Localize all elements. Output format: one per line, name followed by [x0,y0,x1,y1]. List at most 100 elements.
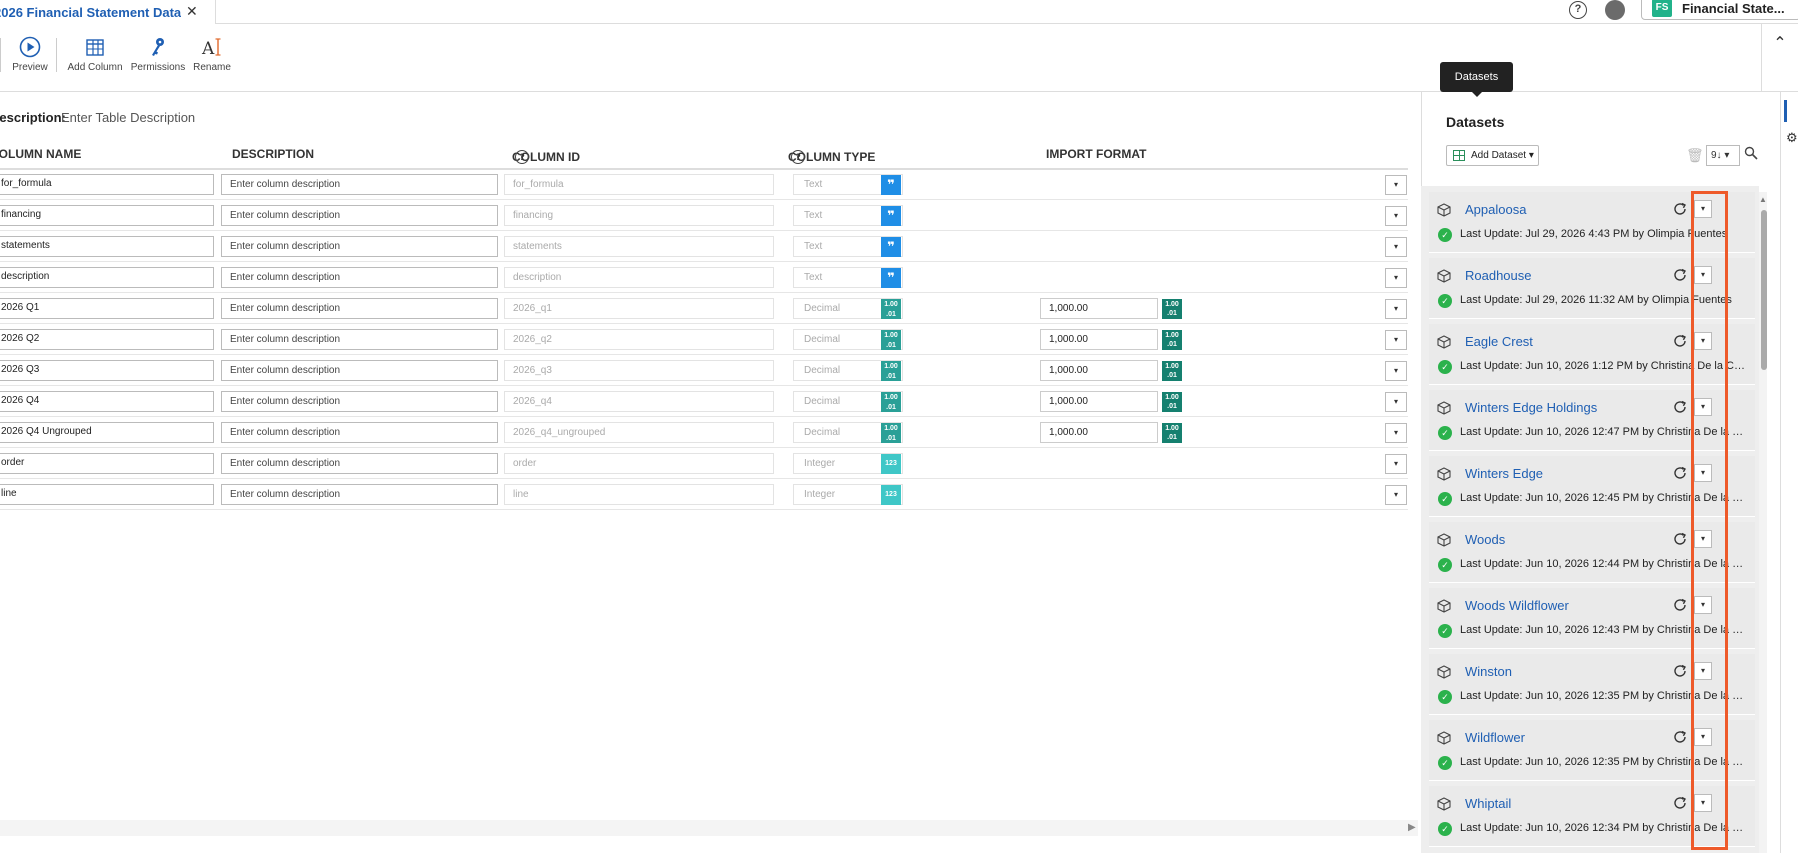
column-description-input[interactable]: Enter column description [221,422,498,443]
dataset-name-link[interactable]: Whiptail [1465,796,1511,811]
import-icon[interactable] [1784,100,1798,122]
row-menu-button[interactable]: ▾ [1385,175,1407,195]
add-column-icon [86,39,104,56]
column-description-input[interactable]: Enter column description [221,236,498,257]
success-check-icon: ✓ [1438,756,1452,770]
add-dataset-label: Add Dataset ▾ [1471,150,1534,161]
column-name-input[interactable]: for_formula [0,174,214,195]
column-name-input[interactable]: 2026 Q2 [0,329,214,350]
scrollbar-thumb[interactable] [1761,210,1767,370]
refresh-icon[interactable] [1672,597,1688,613]
avatar[interactable] [1605,0,1625,20]
description-input[interactable]: Enter Table Description [61,110,195,125]
column-name-input[interactable]: line [0,484,214,505]
number-format-icon[interactable]: 1.00 .01 [1162,299,1182,319]
decimal-icon: 1.00 .01 [881,423,901,443]
column-id-field: 2026_q2 [504,329,774,350]
number-format-icon[interactable]: 1.00 .01 [1162,330,1182,350]
column-name-input[interactable]: 2026 Q4 Ungrouped [0,422,214,443]
permissions-label: Permissions [130,62,186,73]
column-name-input[interactable]: 2026 Q4 [0,391,214,412]
dataset-name-link[interactable]: Eagle Crest [1465,334,1533,349]
row-menu-button[interactable]: ▾ [1385,330,1407,350]
refresh-icon[interactable] [1672,465,1688,481]
add-dataset-button[interactable]: Add Dataset ▾ [1446,145,1539,166]
refresh-icon[interactable] [1672,663,1688,679]
sort-button[interactable]: 9↓ ▾ [1706,145,1740,166]
number-format-icon[interactable]: 1.00 .01 [1162,392,1182,412]
search-icon[interactable] [1744,146,1758,160]
column-description-input[interactable]: Enter column description [221,453,498,474]
column-description-input[interactable]: Enter column description [221,360,498,381]
column-id-field: financing [504,205,774,226]
dataset-name-link[interactable]: Winters Edge [1465,466,1543,481]
horizontal-scrollbar[interactable] [0,820,1418,836]
refresh-icon[interactable] [1672,399,1688,415]
help-icon[interactable]: ? [515,150,529,164]
column-id-field: order [504,453,774,474]
table-row: 2026 Q2 Enter column description 2026_q2 De… [0,324,1408,355]
add-column-button[interactable]: Add Column [67,36,123,73]
dataset-name-link[interactable]: Appaloosa [1465,202,1526,217]
column-name-input[interactable]: description [0,267,214,288]
row-menu-button[interactable]: ▾ [1385,237,1407,257]
column-name-input[interactable]: statements [0,236,214,257]
row-menu-button[interactable]: ▾ [1385,361,1407,381]
close-icon[interactable]: ✕ [186,3,198,20]
refresh-icon[interactable] [1672,729,1688,745]
row-menu-button[interactable]: ▾ [1385,206,1407,226]
help-icon[interactable]: ? [791,150,805,164]
dataset-name-link[interactable]: Woods [1465,532,1505,547]
column-description-input[interactable]: Enter column description [221,484,498,505]
row-menu-button[interactable]: ▾ [1385,392,1407,412]
column-description-input[interactable]: Enter column description [221,391,498,412]
permissions-button[interactable]: Permissions [130,36,186,73]
dataset-name-link[interactable]: Woods Wildflower [1465,598,1569,613]
refresh-icon[interactable] [1672,333,1688,349]
refresh-icon[interactable] [1672,267,1688,283]
scroll-up-icon[interactable]: ▲ [1759,195,1767,204]
import-format-input[interactable]: 1,000.00 [1040,391,1158,412]
app-name: Financial State... [1682,0,1785,16]
column-name-input[interactable]: 2026 Q3 [0,360,214,381]
row-menu-button[interactable]: ▾ [1385,299,1407,319]
column-description-input[interactable]: Enter column description [221,205,498,226]
app-switcher[interactable]: FS Financial State... [1641,0,1798,20]
help-icon[interactable]: ? [1569,1,1587,19]
toolbar-divider [56,38,57,72]
refresh-icon[interactable] [1672,795,1688,811]
number-format-icon[interactable]: 1.00 .01 [1162,423,1182,443]
number-format-icon[interactable]: 1.00 .01 [1162,361,1182,381]
column-description-input[interactable]: Enter column description [221,267,498,288]
column-description-input[interactable]: Enter column description [221,174,498,195]
dataset-name-link[interactable]: Winston [1465,664,1512,679]
column-name-input[interactable]: financing [0,205,214,226]
import-format-input[interactable]: 1,000.00 [1040,329,1158,350]
row-menu-button[interactable]: ▾ [1385,423,1407,443]
row-menu-button[interactable]: ▾ [1385,268,1407,288]
dataset-name-link[interactable]: Roadhouse [1465,268,1532,283]
dataset-name-link[interactable]: Winters Edge Holdings [1465,400,1597,415]
import-format-input[interactable]: 1,000.00 [1040,422,1158,443]
collapse-toolbar-button[interactable]: ⌃ [1761,24,1798,92]
gear-icon[interactable]: ⚙ [1786,130,1798,146]
row-menu-button[interactable]: ▾ [1385,485,1407,505]
import-format-input[interactable]: 1,000.00 [1040,360,1158,381]
preview-button[interactable]: Preview [10,36,50,73]
column-description-input[interactable]: Enter column description [221,329,498,350]
integer-icon: 123 [881,485,901,505]
header-import-format: IMPORT FORMAT [1046,147,1147,161]
document-tab[interactable]: 2026 Financial Statement Data ✕ [0,0,216,24]
refresh-icon[interactable] [1672,531,1688,547]
trash-icon[interactable]: 🗑 [1686,147,1704,164]
scroll-right-icon[interactable]: ▶ [1408,822,1416,833]
import-format-input[interactable]: 1,000.00 [1040,298,1158,319]
column-description-input[interactable]: Enter column description [221,298,498,319]
quote-icon: ❞ [881,237,901,257]
column-name-input[interactable]: order [0,453,214,474]
column-name-input[interactable]: 2026 Q1 [0,298,214,319]
dataset-name-link[interactable]: Wildflower [1465,730,1525,745]
rename-button[interactable]: A Rename [192,36,232,73]
row-menu-button[interactable]: ▾ [1385,454,1407,474]
refresh-icon[interactable] [1672,201,1688,217]
